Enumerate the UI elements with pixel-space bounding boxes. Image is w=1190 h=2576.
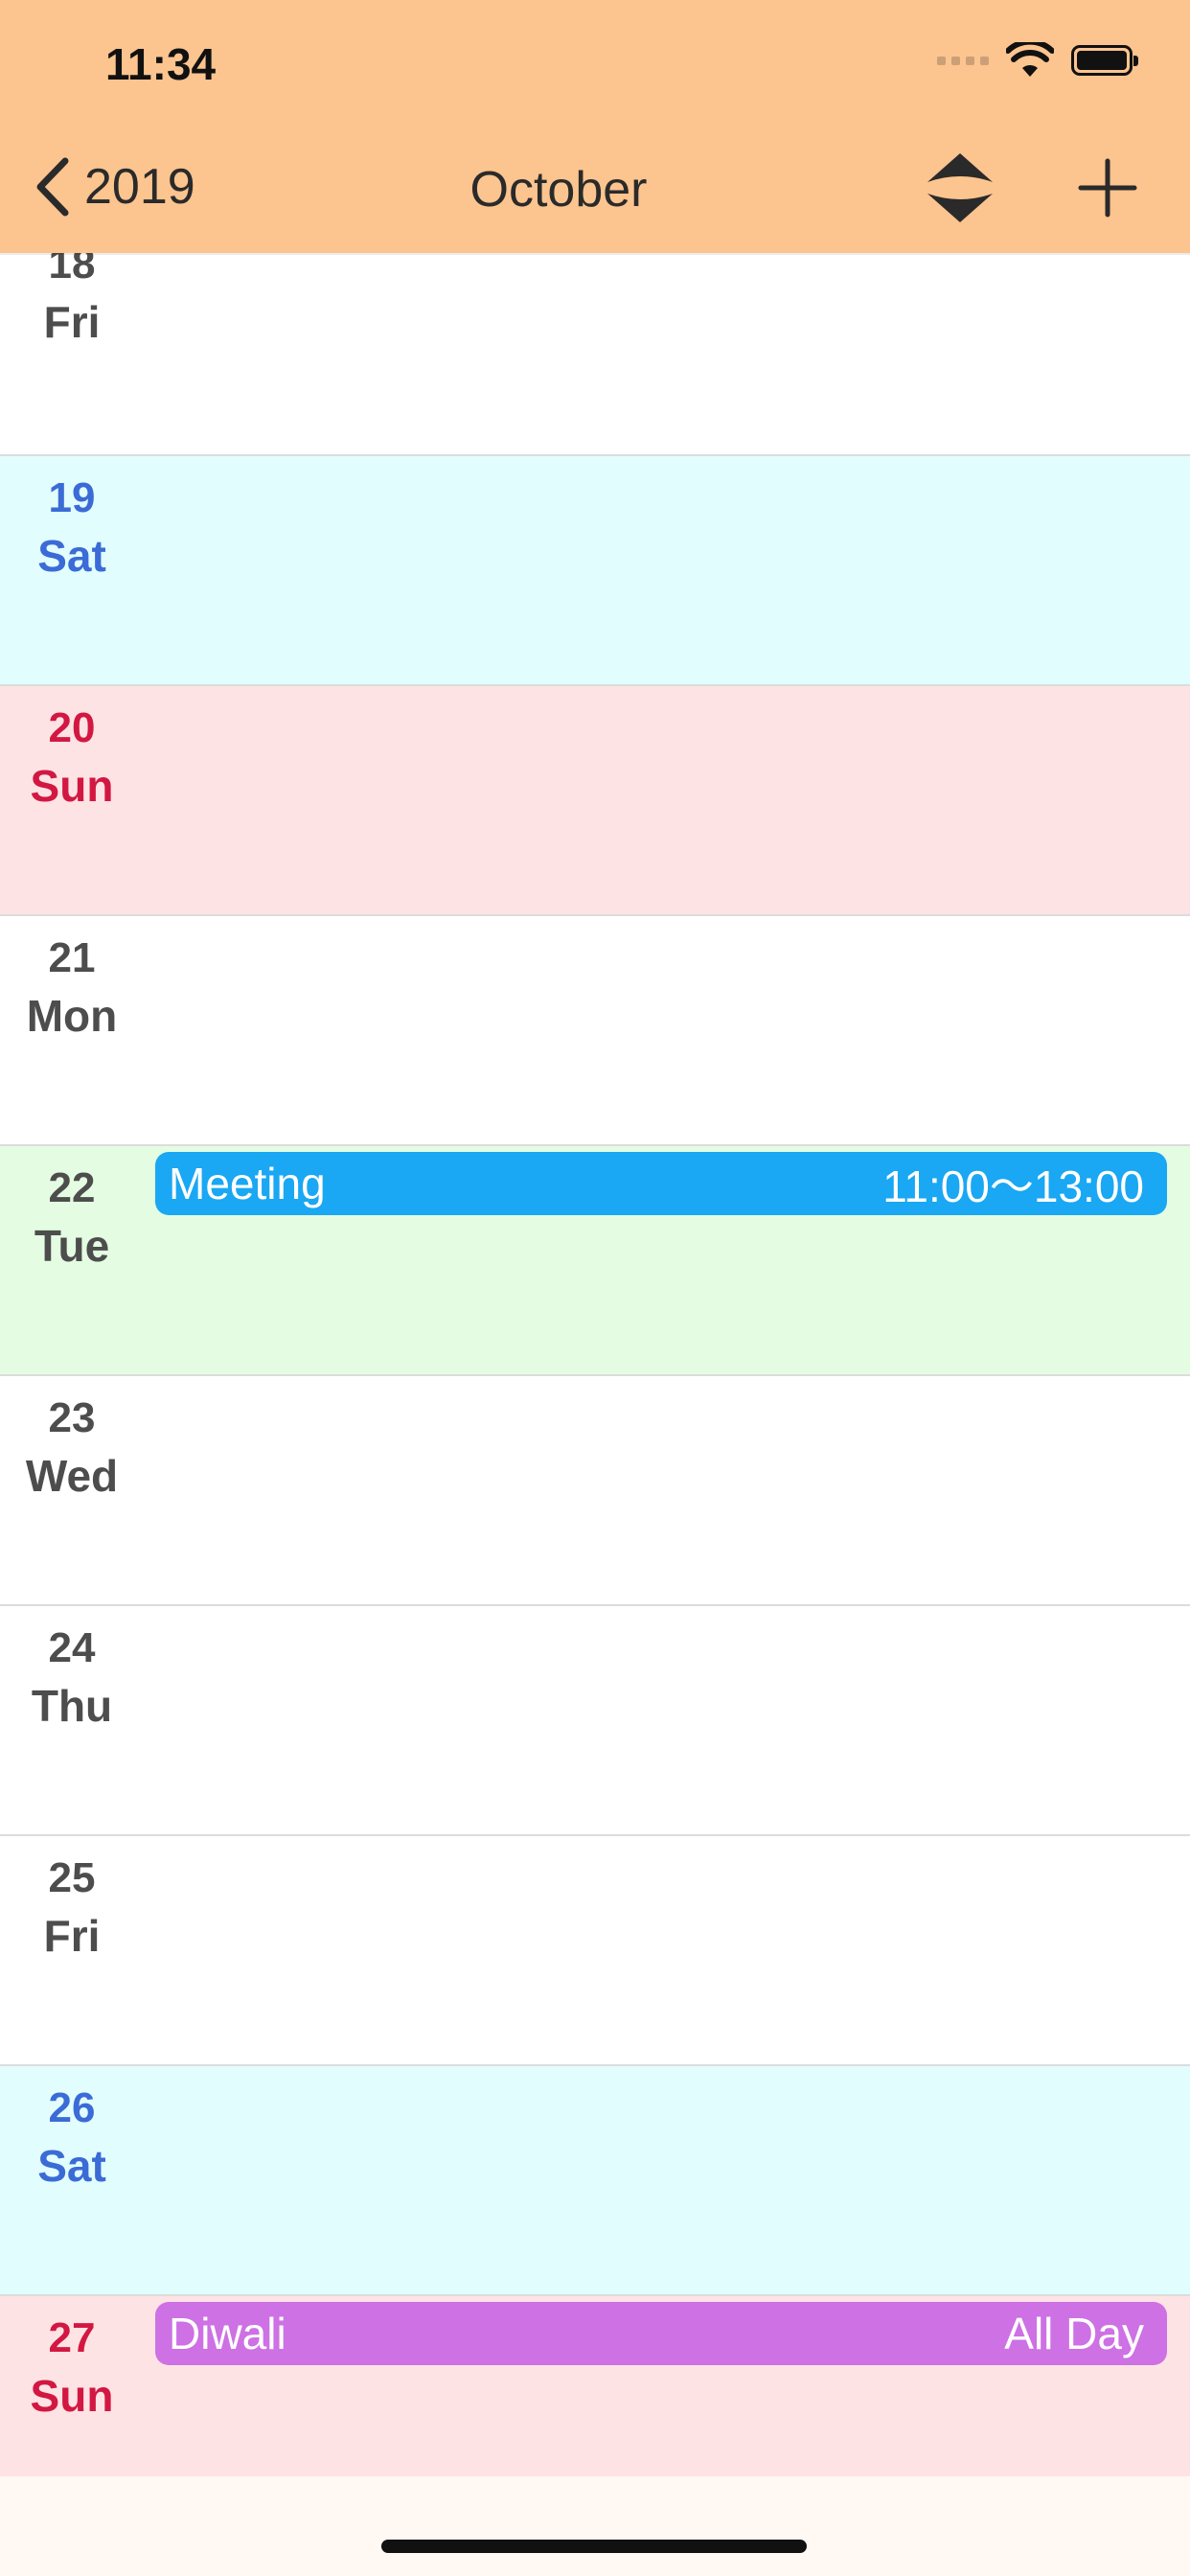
day-name: Sat: [37, 531, 106, 581]
day-row-22[interactable]: 22 Tue Meeting 11:00～13:00: [0, 1146, 1190, 1376]
day-name: Fri: [43, 1911, 101, 1961]
day-row-26[interactable]: 26 Sat: [0, 2066, 1190, 2296]
date-label: 24 Thu: [0, 1620, 144, 1735]
day-row-18[interactable]: 18 Fri: [0, 241, 1190, 456]
day-row-25[interactable]: 25 Fri: [0, 1836, 1190, 2066]
day-name: Tue: [34, 1221, 110, 1271]
up-down-chevrons-icon[interactable]: [926, 151, 995, 224]
day-row-20[interactable]: 20 Sun: [0, 686, 1190, 916]
date-label: 23 Wed: [0, 1390, 144, 1505]
day-number: 24: [48, 1624, 96, 1671]
event-time: All Day: [1004, 2309, 1144, 2358]
day-number: 21: [48, 934, 96, 981]
event-diwali[interactable]: Diwali All Day: [155, 2302, 1167, 2365]
day-name: Wed: [25, 1451, 119, 1501]
day-name: Mon: [26, 991, 118, 1041]
day-row-19[interactable]: 19 Sat: [0, 456, 1190, 686]
day-name: Sun: [30, 761, 114, 811]
day-name: Sun: [30, 2371, 114, 2421]
day-row-21[interactable]: 21 Mon: [0, 916, 1190, 1146]
day-number: 22: [48, 1164, 96, 1211]
date-label: 19 Sat: [0, 470, 144, 585]
day-name: Fri: [43, 297, 101, 347]
day-row-27[interactable]: 27 Sun Diwali All Day: [0, 2296, 1190, 2478]
event-title: Diwali: [169, 2309, 286, 2358]
day-list[interactable]: 18 Fri 19 Sat 20 Sun 21 Mon 22 Tue Meeti…: [0, 241, 1190, 2478]
event-time: 11:00～13:00: [882, 1162, 1144, 1211]
day-name: Thu: [31, 1681, 113, 1731]
day-number: 23: [48, 1394, 96, 1441]
day-name: Sat: [37, 2141, 106, 2191]
cellular-signal-icon: [937, 56, 989, 65]
date-label: 21 Mon: [0, 930, 144, 1045]
day-number: 27: [48, 2314, 96, 2361]
date-label: 22 Tue: [0, 1160, 144, 1275]
event-meeting[interactable]: Meeting 11:00～13:00: [155, 1152, 1167, 1215]
bottom-safe-area: [0, 2476, 1190, 2576]
status-icons: [937, 42, 1138, 79]
date-label: 18 Fri: [0, 236, 144, 351]
wifi-icon: [1006, 42, 1054, 77]
battery-icon: [1071, 45, 1138, 76]
date-label: 20 Sun: [0, 700, 144, 815]
home-indicator[interactable]: [381, 2540, 807, 2553]
day-number: 25: [48, 1854, 96, 1901]
navigation-header: 11:34 2019 October: [0, 0, 1190, 253]
date-label: 25 Fri: [0, 1850, 144, 1965]
day-number: 19: [48, 474, 96, 521]
event-title: Meeting: [169, 1159, 326, 1208]
date-label: 27 Sun: [0, 2310, 144, 2425]
day-number: 20: [48, 704, 96, 751]
day-row-24[interactable]: 24 Thu: [0, 1606, 1190, 1836]
day-number: 26: [48, 2084, 96, 2131]
plus-icon[interactable]: [1077, 157, 1138, 218]
status-time: 11:34: [105, 39, 217, 89]
date-label: 26 Sat: [0, 2080, 144, 2195]
day-row-23[interactable]: 23 Wed: [0, 1376, 1190, 1606]
